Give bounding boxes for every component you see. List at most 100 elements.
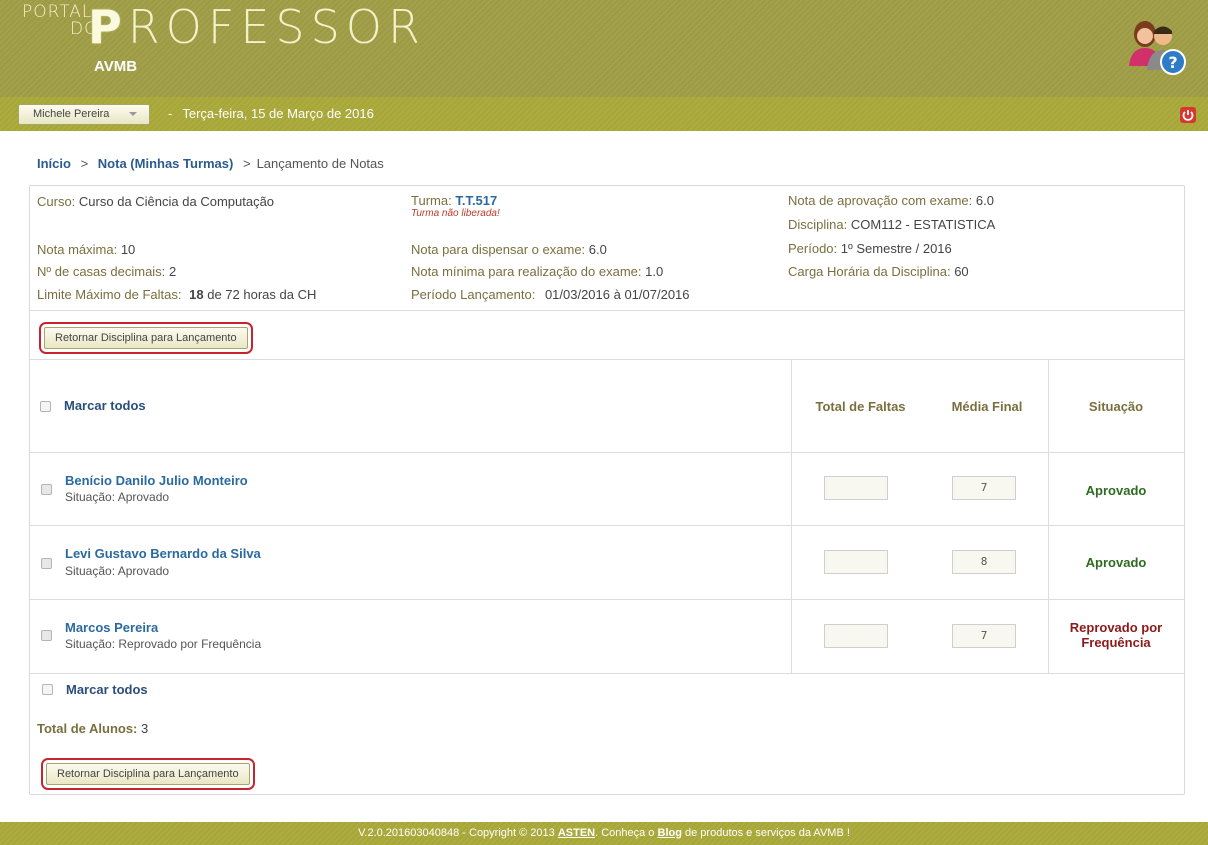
- date-dash: -: [168, 106, 173, 121]
- divider: [30, 673, 1184, 674]
- breadcrumb-home[interactable]: Início: [37, 156, 71, 171]
- status-badge: Reprovado por Frequência: [1049, 620, 1183, 650]
- info-carga-horaria: Carga Horária da Disciplina: 60: [788, 264, 969, 279]
- footer-text: . Conheça o: [595, 827, 655, 839]
- logo-professor: PROFESSOR: [88, 0, 426, 54]
- divider: [30, 599, 1184, 600]
- logo-portal-do: PORTAL DO: [22, 4, 98, 38]
- mark-all-checkbox-top[interactable]: [40, 401, 51, 412]
- info-limite-faltas: Limite Máximo de Faltas: 18 de 72 horas …: [37, 287, 316, 302]
- faltas-input[interactable]: [824, 624, 888, 648]
- divider: [30, 452, 1184, 453]
- header-situacao: Situação: [1088, 399, 1144, 414]
- media-input[interactable]: 7: [952, 476, 1016, 500]
- user-dropdown[interactable]: Michele Pereira: [18, 104, 150, 125]
- label: Turma:: [411, 193, 452, 208]
- header-total-faltas: Total de Faltas: [815, 399, 906, 414]
- status-badge: Aprovado: [1085, 483, 1147, 498]
- label: Nota de aprovação com exame:: [788, 193, 973, 208]
- divider: [30, 359, 1184, 360]
- turma-warning: Turma não liberada!: [411, 208, 500, 219]
- logo-professor-text: ROFESSOR: [127, 0, 426, 54]
- info-casas-decimais: Nº de casas decimais: 2: [37, 264, 176, 279]
- student-situacao: Situação: Aprovado: [65, 490, 170, 504]
- total-value: 3: [141, 721, 149, 736]
- label: Nota mínima para realização do exame:: [411, 264, 642, 279]
- value: 01/03/2016 à 01/07/2016: [544, 287, 690, 302]
- label: Limite Máximo de Faltas:: [37, 287, 182, 302]
- label: Disciplina:: [788, 217, 848, 232]
- value: 1º Semestre / 2016: [840, 241, 952, 256]
- info-periodo: Período: 1º Semestre / 2016: [788, 241, 952, 256]
- return-discipline-button-top[interactable]: Retornar Disciplina para Lançamento: [39, 322, 253, 354]
- media-input[interactable]: 7: [952, 624, 1016, 648]
- breadcrumb-separator: >: [242, 156, 251, 171]
- label: Carga Horária da Disciplina:: [788, 264, 951, 279]
- student-name[interactable]: Benício Danilo Julio Monteiro: [65, 473, 248, 488]
- value: COM112 - ESTATISTICA: [850, 217, 996, 232]
- value: Curso da Ciência da Computação: [78, 194, 275, 209]
- footer: V.2.0.201603040848 - Copyright © 2013 AS…: [0, 822, 1208, 845]
- faltas-input[interactable]: [824, 476, 888, 500]
- breadcrumb-separator: >: [80, 156, 89, 171]
- logo-p-letter: P: [88, 0, 128, 54]
- label: Nº de casas decimais:: [37, 264, 166, 279]
- student-name[interactable]: Levi Gustavo Bernardo da Silva: [65, 546, 261, 561]
- info-turma: Turma: T.T.517 Turma não liberada!: [411, 193, 500, 219]
- mark-all-label-top[interactable]: Marcar todos: [64, 398, 146, 413]
- footer-text-end: de produtos e serviços da AVMB !: [685, 827, 850, 839]
- value: 18: [189, 287, 204, 302]
- footer-blog-link[interactable]: Blog: [658, 827, 682, 839]
- current-date: - Terça-feira, 15 de Março de 2016: [168, 106, 374, 121]
- value-suffix: de 72 horas da CH: [207, 287, 317, 302]
- breadcrumb: Início > Nota (Minhas Turmas) > Lançament…: [37, 156, 384, 171]
- power-icon[interactable]: [1180, 107, 1196, 123]
- breadcrumb-current: Lançamento de Notas: [256, 156, 384, 171]
- footer-copyright: V.2.0.201603040848 - Copyright © 2013: [358, 827, 555, 839]
- row-checkbox[interactable]: [41, 558, 52, 569]
- total-label: Total de Alunos:: [37, 721, 138, 736]
- date-text: Terça-feira, 15 de Março de 2016: [182, 106, 374, 121]
- app-header: PORTAL DO PROFESSOR AVMB ?: [0, 0, 1208, 97]
- value: 6.0: [975, 193, 994, 208]
- header-media-final: Média Final: [951, 399, 1023, 414]
- divider: [30, 525, 1184, 526]
- info-nota-minima-exame: Nota mínima para realização do exame: 1.…: [411, 264, 663, 279]
- logo-subtitle: AVMB: [94, 58, 138, 75]
- breadcrumb-section[interactable]: Nota (Minhas Turmas): [98, 156, 234, 171]
- return-discipline-button-bottom[interactable]: Retornar Disciplina para Lançamento: [41, 758, 255, 790]
- info-periodo-lancamento: Período Lançamento: 01/03/2016 à 01/07/2…: [411, 287, 690, 302]
- info-disciplina: Disciplina: COM112 - ESTATISTICA: [788, 217, 995, 232]
- label: Período:: [788, 241, 838, 256]
- users-help-icon[interactable]: ?: [1123, 14, 1187, 76]
- divider: [30, 310, 1184, 311]
- chevron-down-icon: [129, 112, 137, 116]
- label: Curso:: [37, 194, 76, 209]
- value: T.T.517: [455, 193, 498, 208]
- total-alunos: Total de Alunos: 3: [37, 721, 148, 736]
- user-name: Michele Pereira: [33, 108, 110, 120]
- label: Nota para dispensar o exame:: [411, 242, 586, 257]
- logo-do-text: DO: [70, 19, 99, 39]
- mark-all-label-bottom[interactable]: Marcar todos: [66, 682, 148, 697]
- svg-text:?: ?: [1168, 53, 1177, 72]
- info-nota-maxima: Nota máxima: 10: [37, 242, 135, 257]
- value: 2: [168, 264, 177, 279]
- value: 10: [120, 242, 136, 257]
- student-name[interactable]: Marcos Pereira: [65, 620, 158, 635]
- row-checkbox[interactable]: [41, 630, 52, 641]
- faltas-input[interactable]: [824, 550, 888, 574]
- mark-all-checkbox-bottom[interactable]: [42, 684, 53, 695]
- footer-asten-link[interactable]: ASTEN: [558, 827, 595, 839]
- label: Nota máxima:: [37, 242, 118, 257]
- media-input[interactable]: 8: [952, 550, 1016, 574]
- label: Período Lançamento:: [411, 287, 536, 302]
- value: 60: [954, 264, 969, 279]
- info-curso: Curso: Curso da Ciência da Computação: [37, 194, 274, 209]
- status-line-2: Frequência: [1081, 635, 1151, 650]
- student-situacao: Situação: Aprovado: [65, 564, 170, 578]
- row-checkbox[interactable]: [41, 484, 52, 495]
- info-nota-dispensa: Nota para dispensar o exame: 6.0: [411, 242, 607, 257]
- nav-bar: Michele Pereira - Terça-feira, 15 de Març…: [0, 97, 1208, 131]
- grades-panel: Curso: Curso da Ciência da Computação No…: [29, 185, 1185, 795]
